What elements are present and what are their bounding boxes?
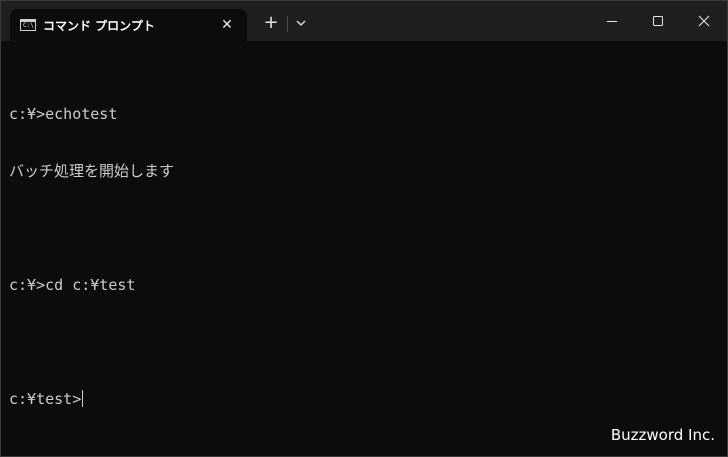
titlebar-separator (287, 16, 288, 32)
close-icon (698, 15, 710, 27)
terminal-line: c:¥>cd c:¥test (9, 276, 136, 294)
title-bar: C:\ コマンド プロンプト ✕ + (1, 1, 727, 41)
watermark: Buzzword Inc. (610, 426, 715, 444)
close-button[interactable] (681, 1, 727, 41)
console-icon: C:\ (20, 19, 36, 31)
dropdown-button[interactable] (291, 13, 311, 33)
terminal-prompt-line: c:¥test> (9, 390, 174, 409)
terminal-window: C:\ コマンド プロンプト ✕ + c:¥>echotest バッチ処理を開始… (0, 0, 728, 457)
maximize-icon (653, 16, 663, 26)
terminal-prompt: c:¥test> (9, 390, 82, 408)
tab-title: コマンド プロンプト (43, 19, 155, 33)
text-cursor (82, 390, 84, 407)
tab-close-icon[interactable]: ✕ (217, 15, 237, 35)
minimize-button[interactable] (589, 1, 635, 41)
maximize-button[interactable] (635, 1, 681, 41)
chevron-down-icon (296, 20, 306, 26)
console-icon-text: C:\ (23, 22, 34, 29)
terminal-line: c:¥>echotest (9, 105, 118, 123)
new-tab-button[interactable]: + (259, 11, 283, 35)
terminal-line: バッチ処理を開始します (9, 162, 175, 180)
tab-command-prompt[interactable]: C:\ コマンド プロンプト ✕ (10, 9, 247, 41)
terminal-output[interactable]: c:¥>echotest バッチ処理を開始します c:¥>cd c:¥test … (9, 67, 174, 447)
minimize-icon (607, 21, 617, 22)
